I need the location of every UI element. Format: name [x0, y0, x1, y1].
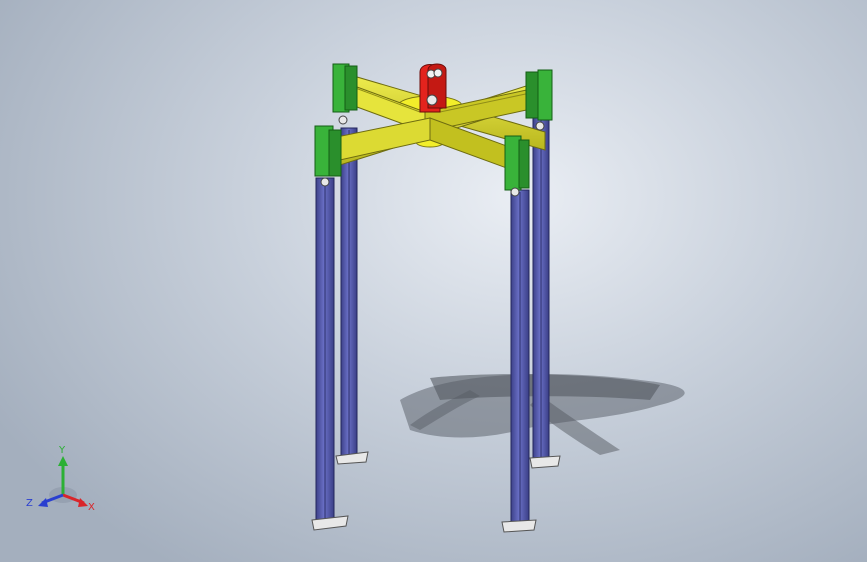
x-axis-label: X	[88, 502, 95, 513]
z-axis-label: Z	[26, 498, 33, 509]
y-axis-arrow-icon	[58, 456, 68, 466]
leg-back-left[interactable]	[335, 127, 369, 465]
x-axis-arrow-icon	[78, 498, 88, 507]
leg-front-right[interactable]	[501, 189, 537, 533]
lifting-lug[interactable]	[419, 63, 447, 113]
bracket-front-right[interactable]	[504, 135, 530, 197]
coordinate-triad[interactable]: Y X Z	[18, 440, 108, 520]
bracket-back-left[interactable]	[332, 63, 358, 125]
y-axis-label: Y	[58, 445, 66, 456]
bracket-front-left[interactable]	[314, 125, 342, 187]
z-axis-arrow-icon	[38, 498, 48, 507]
graphics-viewport[interactable]: Y X Z	[0, 0, 867, 562]
cad-model-view[interactable]	[0, 0, 867, 562]
